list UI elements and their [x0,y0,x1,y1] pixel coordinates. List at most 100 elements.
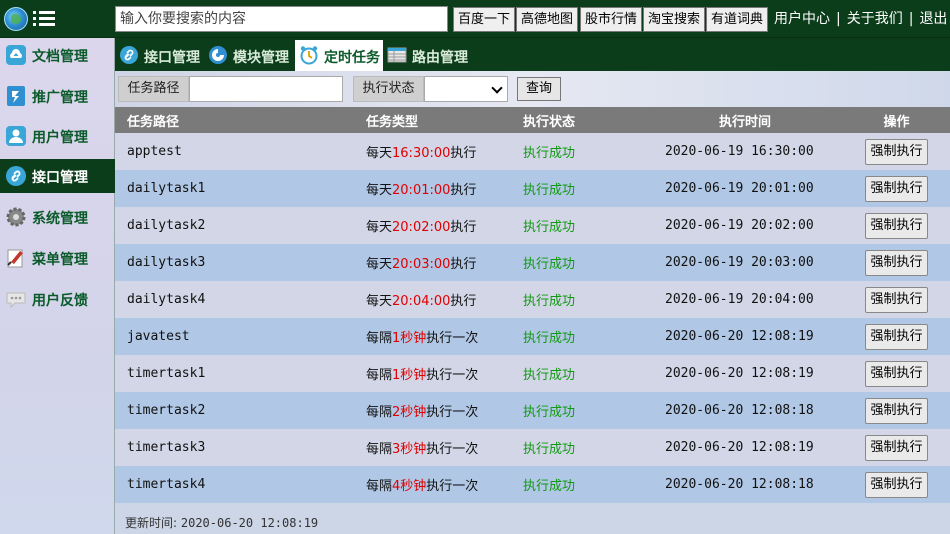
routing-table-icon [387,47,407,63]
task-type-prefix: 每天 [366,257,393,272]
hamburger-menu-icon[interactable] [33,10,55,28]
alarm-clock-icon [300,46,318,65]
filter-bar: 任务路径 执行状态 查询 [115,71,950,107]
last-updated-label: 更新时间: [125,516,178,530]
force-run-button[interactable]: 强制执行 [865,138,928,165]
action-cell: 强制执行 [847,355,950,392]
force-run-button[interactable]: 强制执行 [865,397,928,424]
tab-label: 定时任务 [324,50,380,66]
task-type-cell: 每隔1秒钟执行一次 [354,355,511,392]
task-type-suffix: 执行 [450,183,477,198]
table-row: dailytask1 每天20:01:00执行 执行成功 2020-06-19 20:… [115,170,950,207]
task-type-highlight: 3秒钟 [392,442,427,457]
exec-status-select[interactable] [424,76,508,102]
exec-status-cell: 执行成功 [511,207,653,244]
task-type-cell: 每隔1秒钟执行一次 [354,318,511,355]
force-run-button[interactable]: 强制执行 [865,323,928,350]
exec-time-cell: 2020-06-20 12:08:19 [653,318,847,355]
task-type-prefix: 每天 [366,183,393,198]
force-run-button[interactable]: 强制执行 [865,360,928,387]
tab-api-management[interactable]: 接口管理 [115,40,204,71]
table-row: dailytask3 每天20:03:00执行 执行成功 2020-06-19 20:… [115,244,950,281]
baidu-search-button[interactable]: 百度一下 [453,7,516,32]
user-center-link[interactable]: 用户中心 [774,8,830,28]
task-path-input[interactable] [189,76,343,102]
table-row: dailytask2 每天20:02:00执行 执行成功 2020-06-19 20:… [115,207,950,244]
promotion-icon [7,86,25,106]
tab-label: 路由管理 [412,50,468,66]
task-type-cell: 每天20:01:00执行 [354,170,511,207]
task-path-label: 任务路径 [118,76,189,102]
sidebar-item-label: 用户反馈 [32,293,88,309]
action-cell: 强制执行 [847,392,950,429]
module-icon [209,46,227,64]
logo-icon[interactable] [4,7,28,31]
task-type-suffix: 执行一次 [426,368,479,383]
action-cell: 强制执行 [847,244,950,281]
table-row: timertask4 每隔4秒钟执行一次 执行成功 2020-06-20 12:08:… [115,466,950,503]
task-type-cell: 每隔2秒钟执行一次 [354,392,511,429]
force-run-button[interactable]: 强制执行 [865,286,928,313]
amap-search-button[interactable]: 高德地图 [516,7,579,32]
tab-scheduled-tasks[interactable]: 定时任务 [295,40,383,71]
action-cell: 强制执行 [847,466,950,503]
force-run-button[interactable]: 强制执行 [865,249,928,276]
task-type-prefix: 每隔 [366,368,393,383]
task-type-highlight: 20:03:00 [392,257,451,272]
column-header-task-path[interactable]: 任务路径 [115,107,354,133]
force-run-button[interactable]: 强制执行 [865,175,928,202]
task-path-cell: dailytask3 [115,244,354,281]
sidebar-item-api[interactable]: 接口管理 [0,159,115,193]
search-input[interactable] [115,6,448,32]
force-run-button[interactable]: 强制执行 [865,434,928,461]
task-type-highlight: 20:01:00 [392,183,451,198]
exec-time-cell: 2020-06-19 20:03:00 [653,244,847,281]
logout-link[interactable]: 退出 [919,8,947,28]
task-type-cell: 每隔4秒钟执行一次 [354,466,511,503]
task-table: 任务路径 任务类型 执行状态 执行时间 操作 apptest 每天16:30:00… [115,107,950,503]
task-type-prefix: 每天 [366,220,393,235]
link-icon [6,166,26,186]
stock-search-button[interactable]: 股市行情 [580,7,643,32]
task-type-prefix: 每隔 [366,479,393,494]
query-button[interactable]: 查询 [517,77,562,101]
tab-bar: 接口管理 模块管理 定时任务 路由管理 [115,38,950,71]
about-us-link[interactable]: 关于我们 [847,8,903,28]
task-path-cell: dailytask2 [115,207,354,244]
column-header-exec-time[interactable]: 执行时间 [653,107,847,133]
task-type-highlight: 2秒钟 [392,405,427,420]
sidebar-item-promotion[interactable]: 推广管理 [0,79,115,113]
table-row: timertask3 每隔3秒钟执行一次 执行成功 2020-06-20 12:08:… [115,429,950,466]
exec-status-label: 执行状态 [353,76,424,102]
sidebar-item-users[interactable]: 用户管理 [0,119,115,153]
task-type-suffix: 执行一次 [426,405,479,420]
column-header-exec-status[interactable]: 执行状态 [511,107,653,133]
force-run-button[interactable]: 强制执行 [865,212,928,239]
sidebar-item-label: 推广管理 [32,90,88,106]
task-type-highlight: 4秒钟 [392,479,427,494]
column-header-task-type[interactable]: 任务类型 [354,107,511,133]
tab-module-management[interactable]: 模块管理 [204,40,294,71]
action-cell: 强制执行 [847,281,950,318]
exec-status-cell: 执行成功 [511,429,653,466]
link-separator: | [908,11,914,27]
task-type-cell: 每天20:02:00执行 [354,207,511,244]
taobao-search-button[interactable]: 淘宝搜索 [643,7,706,32]
task-type-suffix: 执行 [450,257,477,272]
gear-icon [6,207,26,227]
top-bar: 百度一下 高德地图 股市行情 淘宝搜索 有道词典 用户中心 | 关于我们 | 退出 [0,0,950,38]
exec-time-cell: 2020-06-19 16:30:00 [653,133,847,170]
chat-icon [6,292,26,309]
force-run-button[interactable]: 强制执行 [865,471,928,498]
task-path-cell: timertask1 [115,355,354,392]
youdao-search-button[interactable]: 有道词典 [706,7,769,32]
chevron-down-icon [491,82,503,94]
task-type-prefix: 每天 [366,294,393,309]
sidebar-item-feedback[interactable]: 用户反馈 [0,282,115,316]
task-type-suffix: 执行一次 [426,331,479,346]
sidebar-item-menu[interactable]: 菜单管理 [0,241,115,275]
sidebar-item-system[interactable]: 系统管理 [0,200,115,234]
tab-routing-management[interactable]: 路由管理 [383,40,473,71]
exec-status-cell: 执行成功 [511,355,653,392]
sidebar-item-documents[interactable]: 文档管理 [0,38,115,72]
